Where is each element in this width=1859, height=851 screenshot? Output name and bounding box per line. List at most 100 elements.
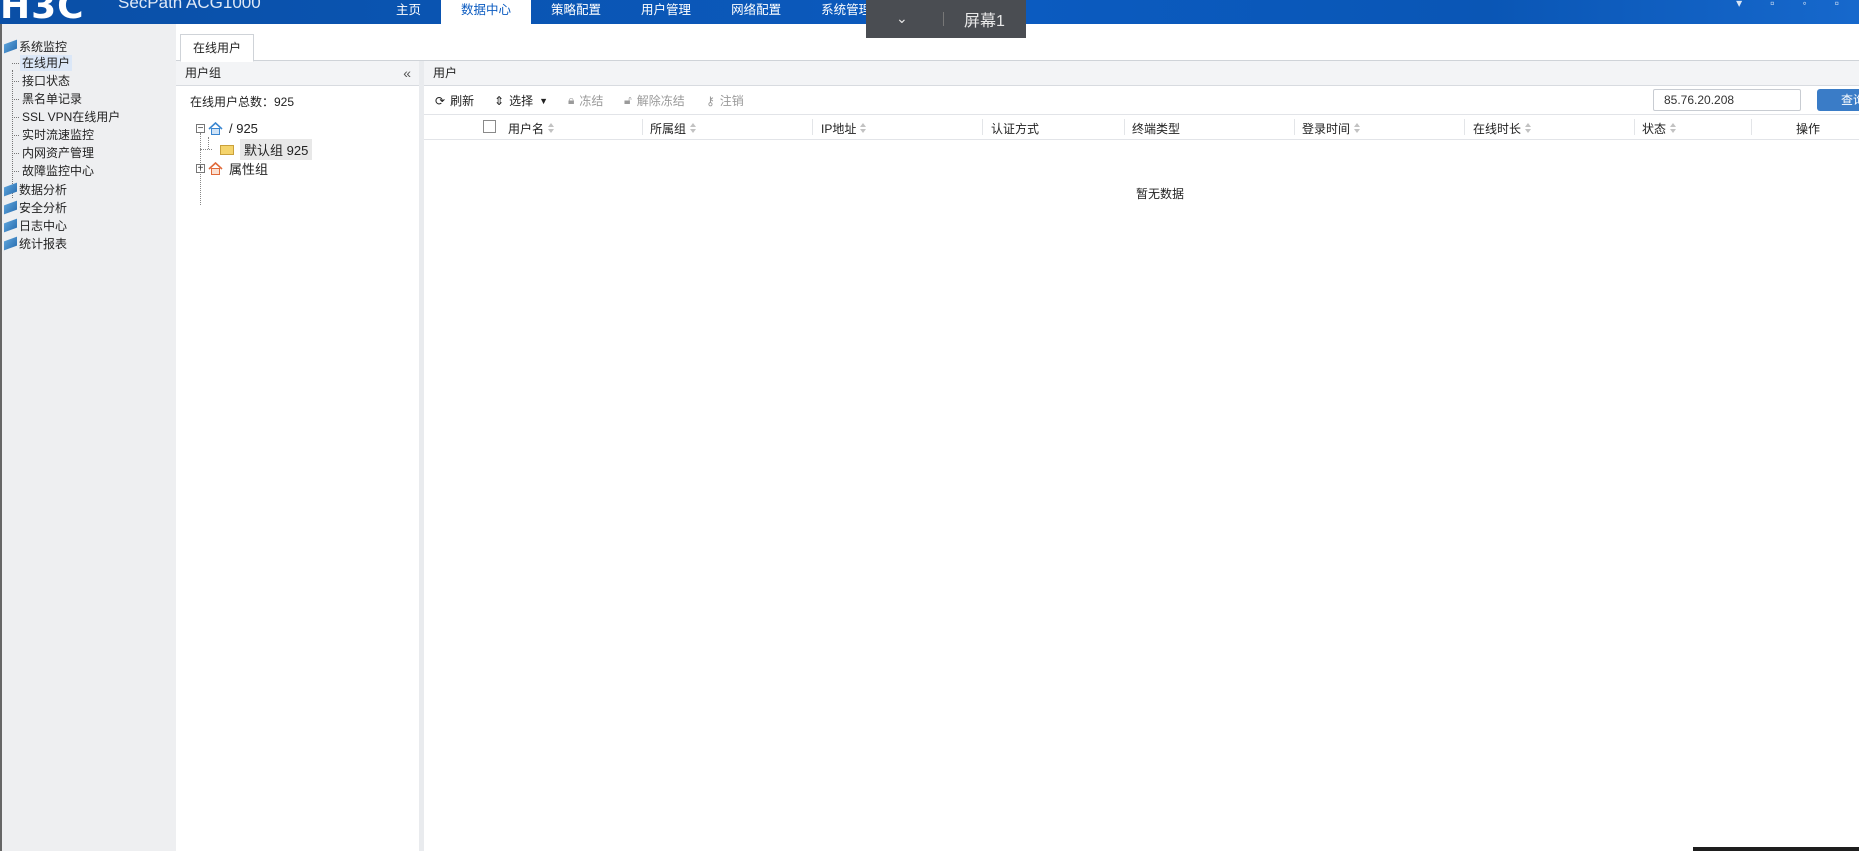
sidebar-group-data-analysis[interactable]: 数据分析 xyxy=(2,181,67,197)
brand-logo: H3C xyxy=(0,0,85,24)
refresh-icon: ⟳ xyxy=(435,93,446,108)
freeze-label: 冻结 xyxy=(579,94,604,108)
select-dropdown-button[interactable]: ⇕ 选择 ▼ xyxy=(494,92,548,109)
nav-data-center[interactable]: 数据中心 xyxy=(441,0,532,24)
left-sidebar: 系统监控 在线用户 接口状态 黑名单记录 SSL VPN在线用户 实时流速监控 … xyxy=(0,24,176,851)
key-icon: ⚷ xyxy=(706,93,715,108)
column-header-group[interactable]: 所属组 xyxy=(650,120,697,137)
column-header-actions: 操作 xyxy=(1796,122,1821,136)
caret-down-icon: ▼ xyxy=(539,95,548,106)
nav-home[interactable]: 主页 xyxy=(376,0,441,24)
tree-connector xyxy=(208,137,209,149)
sidebar-group-security-analysis[interactable]: 安全分析 xyxy=(2,199,67,215)
sort-icon[interactable] xyxy=(690,123,697,134)
tree-node-default-group[interactable]: 默认组 925 xyxy=(220,139,313,160)
sort-icon[interactable] xyxy=(860,123,867,134)
user-toolbar: ⟳ 刷新 ⇕ 选择 ▼ 🔒︎ 冻结 🔓︎ 解除冻结 ⚷ 注销 查询 xyxy=(424,86,1859,115)
unlock-icon: 🔓︎ xyxy=(624,93,632,107)
tree-connector xyxy=(12,153,19,154)
column-divider xyxy=(982,119,983,135)
search-input[interactable] xyxy=(1653,89,1801,111)
overlay-divider xyxy=(943,12,944,26)
sidebar-item-realtime-traffic[interactable]: 实时流速监控 xyxy=(20,127,96,143)
tree-connector xyxy=(12,171,19,172)
folder-icon xyxy=(4,236,17,250)
nav-network-config[interactable]: 网络配置 xyxy=(711,0,801,24)
sidebar-item-interface-status[interactable]: 接口状态 xyxy=(20,73,72,89)
sort-icon[interactable] xyxy=(1354,123,1361,134)
home-icon xyxy=(208,121,223,135)
tree-node-root[interactable]: − / 925 xyxy=(196,121,258,136)
query-button[interactable]: 查询 xyxy=(1817,89,1859,111)
sidebar-item-online-users[interactable]: 在线用户 xyxy=(20,55,73,71)
home-icon xyxy=(208,161,223,175)
sidebar-item-blacklist[interactable]: 黑名单记录 xyxy=(20,91,84,107)
folder-icon xyxy=(220,144,234,155)
sort-icon[interactable] xyxy=(1670,123,1677,134)
tree-connector xyxy=(12,117,19,118)
sidebar-group-statistics-reports[interactable]: 统计报表 xyxy=(2,235,67,251)
column-header-terminal-type[interactable]: 终端类型 xyxy=(1132,120,1180,137)
column-header-auth-method[interactable]: 认证方式 xyxy=(991,120,1039,137)
collapse-toggle-icon[interactable]: − xyxy=(196,124,205,134)
sort-icon[interactable] xyxy=(1525,123,1532,134)
nav-policy-config[interactable]: 策略配置 xyxy=(531,0,621,24)
select-label: 选择 xyxy=(509,94,534,108)
online-user-total: 在线用户总数：925 xyxy=(190,95,295,109)
panel-title: 用户组 xyxy=(185,66,222,80)
tree-node-attribute-group[interactable]: + 属性组 xyxy=(196,159,268,178)
sidebar-group-label: 数据分析 xyxy=(19,182,68,197)
sidebar-item-fault-monitor[interactable]: 故障监控中心 xyxy=(20,163,96,179)
tree-connector xyxy=(12,63,19,64)
column-header-status[interactable]: 状态 xyxy=(1642,120,1677,137)
sidebar-group-log-center[interactable]: 日志中心 xyxy=(2,217,67,233)
horizontal-scrollbar[interactable] xyxy=(1693,847,1859,851)
help-icon[interactable]: ▫ xyxy=(1770,0,1774,10)
user-panel-header: 用户 xyxy=(424,61,1859,86)
column-divider xyxy=(812,119,813,135)
chevron-down-icon[interactable]: ⌄ xyxy=(896,10,908,27)
sort-icon[interactable] xyxy=(548,123,555,134)
logout-label: 注销 xyxy=(719,94,744,108)
folder-icon xyxy=(4,39,17,53)
collapse-panel-icon[interactable]: « xyxy=(403,61,411,85)
sidebar-group-label: 系统监控 xyxy=(19,39,68,54)
expand-toggle-icon[interactable]: + xyxy=(196,164,205,174)
user-group-panel: 用户组 « 在线用户总数：925 − / 925 默认组 925 + 属性组 xyxy=(176,61,420,851)
sidebar-group-label: 统计报表 xyxy=(19,236,68,251)
user-group-panel-header: 用户组 « xyxy=(176,61,419,86)
settings-icon[interactable]: ◦ xyxy=(1802,0,1806,10)
sidebar-group-system-monitor[interactable]: 系统监控 xyxy=(2,38,67,54)
sidebar-item-ssl-vpn-users[interactable]: SSL VPN在线用户 xyxy=(20,109,122,125)
tree-connector xyxy=(12,70,13,198)
column-header-login-time[interactable]: 登录时间 xyxy=(1302,120,1361,137)
nav-user-management[interactable]: 用户管理 xyxy=(621,0,711,24)
folder-icon xyxy=(4,218,17,232)
sidebar-group-label: 日志中心 xyxy=(19,218,68,233)
logout-icon[interactable]: ▫ xyxy=(1835,0,1839,10)
tree-connector xyxy=(12,135,19,136)
tree-connector xyxy=(200,149,212,150)
unfreeze-button[interactable]: 🔓︎ 解除冻结 xyxy=(624,92,685,109)
column-header-online-duration[interactable]: 在线时长 xyxy=(1473,120,1532,137)
refresh-button[interactable]: ⟳ 刷新 xyxy=(435,92,474,109)
column-header-username[interactable]: 用户名 xyxy=(508,120,555,137)
user-icon[interactable]: ▾ xyxy=(1736,0,1742,10)
refresh-label: 刷新 xyxy=(450,94,475,108)
column-header-ip[interactable]: IP地址 xyxy=(821,120,867,137)
screen-label: 屏幕1 xyxy=(964,13,1005,30)
freeze-button[interactable]: 🔒︎ 冻结 xyxy=(568,92,603,109)
sidebar-item-asset-management[interactable]: 内网资产管理 xyxy=(20,145,96,161)
select-all-checkbox[interactable] xyxy=(483,120,496,133)
tree-node-label: 默认组 925 xyxy=(240,139,313,160)
user-list-panel: 用户 ⟳ 刷新 ⇕ 选择 ▼ 🔒︎ 冻结 🔓︎ 解除冻结 ⚷ 注销 查询 用户名 xyxy=(424,61,1859,851)
folder-icon xyxy=(4,182,17,196)
sidebar-group-label: 安全分析 xyxy=(19,200,68,215)
column-divider xyxy=(1124,119,1125,135)
logout-user-button[interactable]: ⚷ 注销 xyxy=(706,92,744,109)
top-right-icons: ▾ ▫ ◦ ▫ xyxy=(1736,0,1839,10)
screen-share-overlay[interactable]: ⌄ 屏幕1 xyxy=(866,0,1026,38)
lock-icon: 🔒︎ xyxy=(568,93,575,107)
tab-online-users[interactable]: 在线用户 xyxy=(180,34,255,62)
column-divider xyxy=(1751,119,1752,135)
